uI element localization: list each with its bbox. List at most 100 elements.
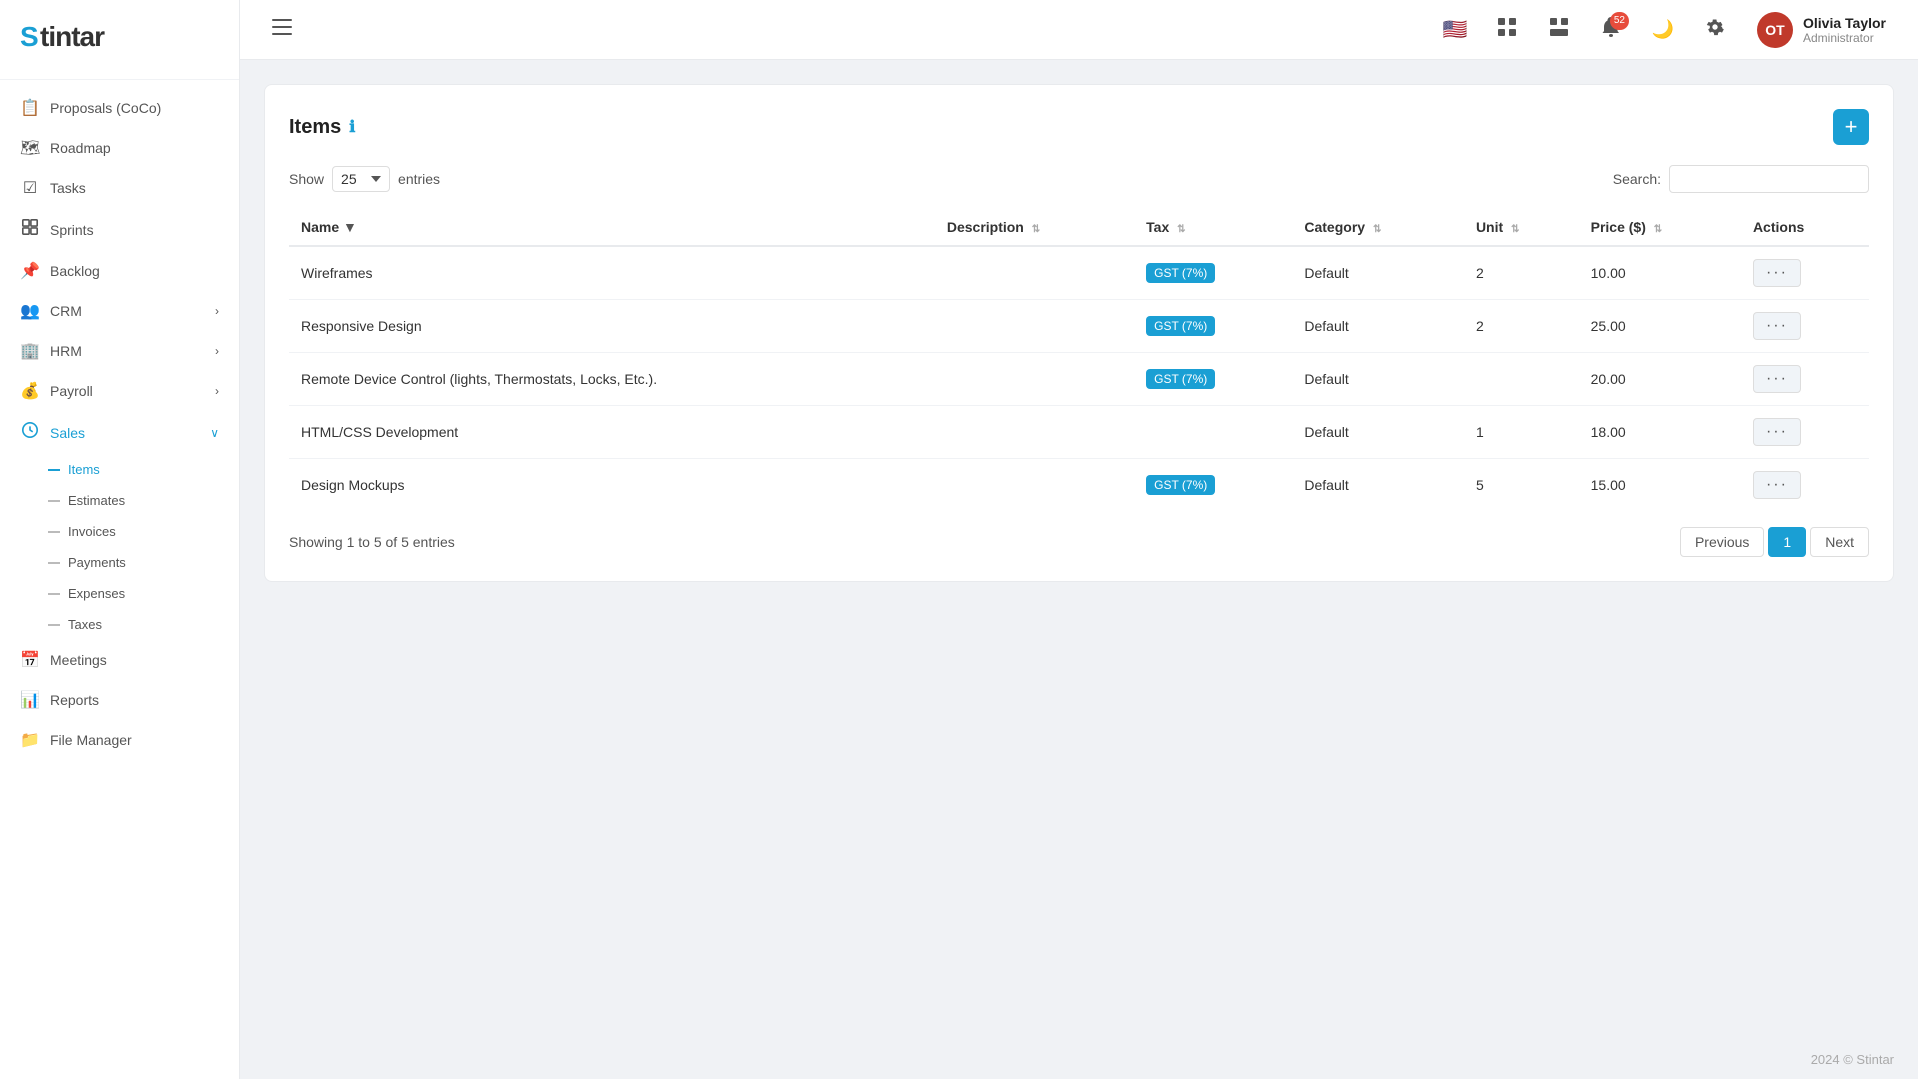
sidebar-item-proposals[interactable]: 📋 Proposals (CoCo) [0,88,239,128]
sidebar-navigation: 📋 Proposals (CoCo) 🗺 Roadmap ☑ Tasks Spr… [0,80,239,1079]
sidebar-item-label: Reports [50,692,99,708]
sort-down-icon: ▼ [343,219,357,235]
cell-description [935,353,1134,406]
cell-actions: ··· [1741,406,1869,459]
sidebar-sub-item-items[interactable]: Items [0,454,239,485]
cell-category: Default [1292,406,1464,459]
table-body: WireframesGST (7%)Default210.00···Respon… [289,246,1869,511]
cell-category: Default [1292,459,1464,512]
us-flag-icon: 🇺🇸 [1443,17,1468,42]
sidebar-sub-item-payments[interactable]: Payments [0,547,239,578]
sidebar-sub-item-label: Payments [68,555,126,570]
show-entries-select[interactable]: 10 25 50 100 [332,166,390,192]
sidebar-item-sales[interactable]: Sales ∨ [0,411,239,454]
split-view-button[interactable] [1541,12,1577,48]
cell-price: 18.00 [1579,406,1741,459]
items-card: Items ℹ + Show 10 25 50 100 entries [264,84,1894,582]
show-entries-control: Show 10 25 50 100 entries [289,166,440,192]
header: 🇺🇸 52 🌙 [240,0,1918,60]
sort-icon: ⇅ [1654,224,1662,235]
cell-name: Remote Device Control (lights, Thermosta… [289,353,935,406]
cell-name: Design Mockups [289,459,935,512]
sidebar-sub-item-invoices[interactable]: Invoices [0,516,239,547]
info-icon[interactable]: ℹ [349,117,355,137]
sprints-icon [20,218,40,241]
sidebar-item-backlog[interactable]: 📌 Backlog [0,251,239,291]
sidebar-sub-item-taxes[interactable]: Taxes [0,609,239,640]
sub-item-dash [48,624,60,626]
cell-price: 10.00 [1579,246,1741,300]
page-1-button[interactable]: 1 [1768,527,1806,557]
menu-toggle-button[interactable] [264,12,300,48]
sidebar-item-payroll[interactable]: 💰 Payroll › [0,371,239,411]
row-action-button[interactable]: ··· [1753,418,1801,446]
table-header-row: Name ▼ Description ⇅ Tax ⇅ Category [289,209,1869,246]
dark-mode-button[interactable]: 🌙 [1645,12,1681,48]
payroll-icon: 💰 [20,381,40,401]
row-action-button[interactable]: ··· [1753,312,1801,340]
gst-badge: GST (7%) [1146,316,1215,336]
sidebar-logo: S tintar [0,0,239,80]
sidebar-item-label: Meetings [50,652,107,668]
sub-item-dash [48,531,60,533]
show-label: Show [289,171,324,187]
sidebar-item-file-manager[interactable]: 📁 File Manager [0,720,239,760]
row-action-button[interactable]: ··· [1753,259,1801,287]
cell-price: 25.00 [1579,300,1741,353]
sidebar-item-sprints[interactable]: Sprints [0,208,239,251]
add-item-button[interactable]: + [1833,109,1869,145]
gear-icon [1706,18,1724,41]
search-input[interactable] [1669,165,1869,193]
notifications-button[interactable]: 52 [1593,12,1629,48]
user-info: Olivia Taylor Administrator [1803,15,1886,45]
cell-name: Responsive Design [289,300,935,353]
sidebar-item-reports[interactable]: 📊 Reports [0,680,239,720]
sidebar-item-label: Proposals (CoCo) [50,100,161,116]
card-title: Items ℹ [289,116,355,139]
apps-button[interactable] [1489,12,1525,48]
sidebar-item-meetings[interactable]: 📅 Meetings [0,640,239,680]
previous-button[interactable]: Previous [1680,527,1764,557]
user-role: Administrator [1803,31,1886,45]
sidebar-sub-item-expenses[interactable]: Expenses [0,578,239,609]
sidebar-item-roadmap[interactable]: 🗺 Roadmap [0,128,239,168]
crm-icon: 👥 [20,301,40,321]
col-category[interactable]: Category ⇅ [1292,209,1464,246]
gst-badge: GST (7%) [1146,263,1215,283]
sidebar-item-tasks[interactable]: ☑ Tasks [0,168,239,208]
table-row: HTML/CSS DevelopmentDefault118.00··· [289,406,1869,459]
sidebar-sub-item-label: Items [68,462,100,477]
sort-icon: ⇅ [1177,224,1185,235]
search-label: Search: [1613,171,1661,187]
gst-badge: GST (7%) [1146,475,1215,495]
next-button[interactable]: Next [1810,527,1869,557]
col-price[interactable]: Price ($) ⇅ [1579,209,1741,246]
backlog-icon: 📌 [20,261,40,281]
col-name[interactable]: Name ▼ [289,209,935,246]
row-action-button[interactable]: ··· [1753,471,1801,499]
cell-description [935,406,1134,459]
pagination-controls: Previous 1 Next [1680,527,1869,557]
cell-tax: GST (7%) [1134,353,1292,406]
col-description[interactable]: Description ⇅ [935,209,1134,246]
payroll-arrow-icon: › [215,384,219,398]
col-unit[interactable]: Unit ⇅ [1464,209,1579,246]
sidebar-sub-item-estimates[interactable]: Estimates [0,485,239,516]
pagination-area: Showing 1 to 5 of 5 entries Previous 1 N… [289,527,1869,557]
sidebar-item-hrm[interactable]: 🏢 HRM › [0,331,239,371]
sort-icon: ⇅ [1373,224,1381,235]
split-icon [1550,18,1568,41]
sidebar-sub-item-label: Invoices [68,524,116,539]
cell-name: HTML/CSS Development [289,406,935,459]
table-controls: Show 10 25 50 100 entries Search: [289,165,1869,193]
row-action-button[interactable]: ··· [1753,365,1801,393]
settings-button[interactable] [1697,12,1733,48]
language-flag[interactable]: 🇺🇸 [1437,12,1473,48]
cell-actions: ··· [1741,459,1869,512]
cell-actions: ··· [1741,353,1869,406]
user-profile-button[interactable]: OT Olivia Taylor Administrator [1749,8,1894,52]
col-tax[interactable]: Tax ⇅ [1134,209,1292,246]
content-area: Items ℹ + Show 10 25 50 100 entries [240,60,1918,1040]
sub-item-dash [48,593,60,595]
sidebar-item-crm[interactable]: 👥 CRM › [0,291,239,331]
